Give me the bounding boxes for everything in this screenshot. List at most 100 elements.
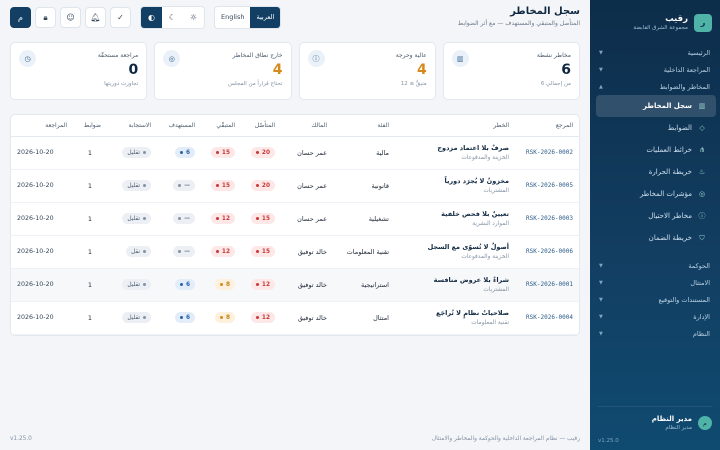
target-score-badge: 6 [174, 279, 195, 290]
sidebar-item-risk-register[interactable]: ▥ سجل المخاطر [596, 95, 716, 117]
controls-count: 1 [73, 136, 107, 170]
theme-light-button[interactable]: ☼ [183, 7, 204, 28]
risk-ref-link[interactable]: RSK-2026-0001 [521, 281, 573, 288]
col-ref[interactable]: المرجع [515, 115, 579, 137]
risk-ref-link[interactable]: RSK-2026-0002 [521, 149, 573, 156]
flow-icon: ⋔ [699, 146, 705, 154]
col-target[interactable]: المستهدف [157, 115, 201, 137]
risk-table: المرجع الخطر الفئة المالك المتأصّل المتب… [10, 114, 580, 336]
toolbar: م 🔒︎ ☺ 🔔︎ ✓ ◐ ☾ ☼ English العربية [10, 6, 282, 29]
brand-subtitle: مجموعة الشرق القابضة [633, 25, 688, 31]
sidebar-user: م مدير النظام مدير النظام v1.25.0 [590, 406, 720, 444]
risk-ref-link[interactable]: RSK-2026-0005 [521, 182, 573, 189]
chevron-down-icon: ▼ [599, 66, 603, 73]
review-date: 2026-10-20 [11, 169, 73, 203]
theme-dark-button[interactable]: ☾ [162, 7, 183, 28]
target-score-badge: 6 [174, 147, 195, 158]
profile-button[interactable]: ☺ [60, 7, 81, 28]
risk-ref-link[interactable]: RSK-2026-0004 [521, 314, 573, 321]
col-category[interactable]: الفئة [333, 115, 395, 137]
table-row[interactable]: RSK-2026-0001 شراءٌ بلا عروض منافسة المشتر… [11, 268, 579, 302]
sidebar-item-assurance-map[interactable]: ⛉ خريطة الضمان [596, 227, 716, 249]
risk-title[interactable]: صرفٌ بلا اعتماد مزدوج [401, 144, 509, 152]
chevron-down-icon: ▼ [599, 313, 603, 320]
col-risk[interactable]: الخطر [395, 115, 515, 137]
nav-group-compliance[interactable]: الامتثال ▼ [590, 274, 720, 291]
table-row[interactable]: RSK-2026-0002 صرفٌ بلا اعتماد مزدوج الخزين… [11, 136, 579, 170]
controls-count: 1 [73, 268, 107, 302]
col-controls[interactable]: ضوابط [73, 115, 107, 137]
risk-title[interactable]: أصولٌ لا تُسوّى مع السجل [401, 243, 509, 251]
sidebar-item-risk-indicators[interactable]: ◎ مؤشرات المخاطر [596, 183, 716, 205]
card-review-due[interactable]: ◷ مراجعة مستحقّة 0 تجاوزت دوريتها [10, 42, 148, 100]
risk-ref-link[interactable]: RSK-2026-0006 [521, 248, 573, 255]
table-row[interactable]: RSK-2026-0006 أصولٌ لا تُسوّى مع السجل الخ… [11, 235, 579, 269]
response-badge: تقليل [122, 312, 151, 323]
lang-english-button[interactable]: English [215, 7, 250, 28]
review-date: 2026-10-20 [11, 235, 73, 269]
table-header: المرجع الخطر الفئة المالك المتأصّل المتب… [11, 115, 579, 137]
contrast-icon: ◐ [148, 13, 155, 22]
risk-category: تقنية المعلومات [333, 235, 395, 269]
col-review[interactable]: المراجعة [11, 115, 73, 137]
risk-department: المشتريات [483, 188, 509, 194]
risk-title[interactable]: مخزونٌ لا يُجرَد دورياً [401, 177, 509, 185]
chart-icon: ▥ [698, 102, 706, 110]
chevron-down-icon: ▼ [599, 279, 603, 286]
target-score-badge: — [173, 180, 195, 191]
chevron-down-icon: ▼ [599, 330, 603, 337]
risk-title[interactable]: صلاحياتُ نظامٍ لا تُراجَع [401, 309, 509, 317]
col-inherent[interactable]: المتأصّل [241, 115, 281, 137]
target-icon: ◎ [698, 190, 706, 198]
col-response[interactable]: الاستجابة [107, 115, 157, 137]
nav-group-admin[interactable]: الإدارة ▼ [590, 308, 720, 325]
main-content: سجل المخاطر المتأصل والمتبقي والمستهدف —… [0, 0, 590, 450]
card-active-risks[interactable]: ▥ مخاطر نشطة 6 من إجمالي 6 [442, 42, 580, 100]
lock-button[interactable]: 🔒︎ [35, 7, 56, 28]
sidebar-item-heatmap[interactable]: ♨ خريطة الحرارة [596, 161, 716, 183]
theme-contrast-button[interactable]: ◐ [141, 7, 162, 28]
chevron-down-icon: ▼ [599, 296, 603, 303]
nav-group-governance[interactable]: الحوكمة ▼ [590, 257, 720, 274]
user-menu-button[interactable]: م [10, 7, 31, 28]
controls-count: 1 [73, 301, 107, 335]
avatar[interactable]: م [698, 416, 712, 430]
nav-group-system[interactable]: النظام ▼ [590, 325, 720, 342]
controls-count: 1 [73, 202, 107, 236]
sidebar-item-process-maps[interactable]: ⋔ خرائط العمليات [596, 139, 716, 161]
inherent-score-badge: 20 [250, 147, 275, 158]
alert-icon: ⓘ [307, 50, 325, 67]
target-score-badge: — [173, 246, 195, 257]
table-row[interactable]: RSK-2026-0005 مخزونٌ لا يُجرَد دورياً المش… [11, 169, 579, 203]
target-score-badge: — [173, 213, 195, 224]
risk-owner: خالد توفيق [281, 235, 333, 269]
card-out-of-appetite[interactable]: ◎ خارج نطاق المخاطر 4 تحتاج قراراً من ال… [154, 42, 292, 100]
language-switch: English العربية [214, 6, 282, 29]
risk-title[interactable]: شراءٌ بلا عروض منافسة [401, 276, 509, 284]
nav-group-internal-audit[interactable]: المراجعة الداخلية ▼ [590, 61, 720, 78]
page-title: سجل المخاطر [510, 6, 580, 17]
review-date: 2026-10-20 [11, 136, 73, 170]
table-row[interactable]: RSK-2026-0004 صلاحياتُ نظامٍ لا تُراجَع تق… [11, 301, 579, 335]
nav-group-documents[interactable]: المستندات والتوقيع ▼ [590, 291, 720, 308]
clock-icon: ◷ [19, 50, 36, 67]
card-high-critical[interactable]: ⓘ عالية وحرجة 4 متبقٍّ ≥ 12 [298, 42, 436, 100]
col-owner[interactable]: المالك [281, 115, 333, 137]
risk-title[interactable]: تعيينٌ بلا فحص خلفية [401, 210, 509, 218]
table-row[interactable]: RSK-2026-0003 تعيينٌ بلا فحص خلفية الموارد… [11, 202, 579, 236]
notifications-button[interactable]: 🔔︎ [85, 7, 106, 28]
col-residual[interactable]: المتبقّي [201, 115, 241, 137]
nav-group-home[interactable]: الرئيسية ▼ [590, 44, 720, 61]
residual-score-badge: 8 [214, 279, 235, 290]
brand-logo: ر [694, 13, 712, 32]
footer-version: v1.25.0 [10, 436, 32, 442]
risk-owner: عمر حسان [281, 136, 333, 170]
page-subtitle: المتأصل والمتبقي والمستهدف — مع أثر الضو… [457, 20, 580, 27]
risk-ref-link[interactable]: RSK-2026-0003 [521, 215, 573, 222]
nav-group-risks-controls[interactable]: المخاطر والضوابط ▲ [590, 78, 720, 95]
lang-arabic-button[interactable]: العربية [250, 7, 281, 28]
sidebar-item-controls[interactable]: ◇ الضوابط [596, 117, 716, 139]
sidebar-item-fraud-risks[interactable]: ⓘ مخاطر الاحتيال [596, 205, 716, 227]
sun-icon: ☼ [189, 13, 198, 22]
tasks-button[interactable]: ✓ [110, 7, 131, 28]
